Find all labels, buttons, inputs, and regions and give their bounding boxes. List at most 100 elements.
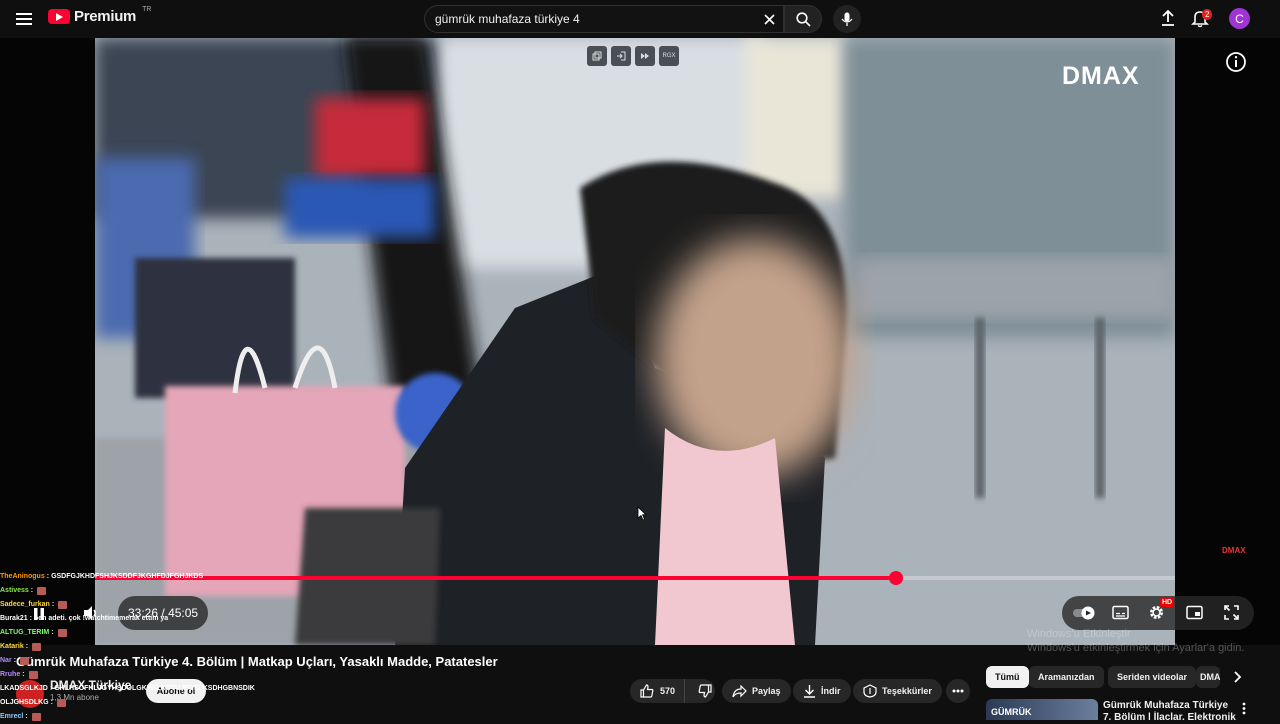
skip-overlay-icon[interactable] (635, 46, 655, 66)
chat-separator: : (30, 587, 34, 595)
top-bar: Premium TR gümrük muhafaza türkiye 4 2 C (0, 0, 1280, 38)
small-channel-watermark: DMAX (1222, 546, 1246, 555)
chevron-right-icon[interactable] (1230, 668, 1246, 686)
theater-mode-icon[interactable] (1186, 605, 1203, 620)
chat-message: Sadece_furkan: (0, 598, 310, 612)
chat-username[interactable]: OLJGHSDLKG (0, 696, 49, 710)
mouse-cursor-icon (637, 506, 647, 521)
chat-message: Katarik: (0, 640, 310, 654)
search-query[interactable]: gümrük muhafaza türkiye 4 (435, 12, 755, 26)
search-input[interactable]: gümrük muhafaza türkiye 4 (424, 5, 784, 33)
thumbs-down-icon (698, 684, 712, 698)
copy-overlay-icon[interactable] (587, 46, 607, 66)
extension-overlay-toolbar: RGX (587, 46, 679, 66)
dislike-button[interactable] (690, 679, 720, 703)
chat-message: TheAninogus: GSDFGJKHDFSHJKSDDFJKGHFDJFGH… (0, 570, 310, 584)
chat-message: Astivess: (0, 584, 310, 598)
chat-username[interactable]: Astivess (0, 584, 29, 598)
emote-icon (32, 643, 42, 651)
chat-username[interactable]: ALTUG_TERIM (0, 626, 49, 640)
chat-separator: : (25, 643, 29, 651)
hamburger-menu-icon[interactable] (12, 7, 36, 31)
chip-from-search[interactable]: Aramanızdan (1029, 666, 1104, 688)
chat-message: OLJGHSDLKG: (0, 696, 310, 710)
thumbnail-text: GÜMRÜK (991, 707, 1032, 717)
chat-separator: : (25, 713, 28, 721)
like-dislike-group: 570 (630, 679, 715, 703)
download-button[interactable]: İndir (793, 679, 851, 703)
download-icon (804, 685, 815, 698)
more-horizontal-icon (952, 689, 964, 693)
youtube-premium-logo[interactable]: Premium TR (48, 6, 152, 25)
share-icon (732, 684, 747, 697)
emote-icon (20, 657, 30, 665)
chat-message: ALTUG_TERIM: (0, 626, 310, 640)
fullscreen-icon[interactable] (1224, 605, 1239, 620)
notification-count-badge: 2 (1202, 9, 1213, 20)
chip-series-videos[interactable]: Seriden videolar (1108, 666, 1197, 688)
live-chat-overlay: TheAninogus: GSDFGJKHDFSHJKSDDFJKGHFDJFGH… (0, 570, 310, 721)
rgx-overlay-button[interactable]: RGX (659, 46, 679, 66)
chat-separator: : (22, 671, 25, 679)
chat-separator: : (49, 685, 53, 693)
chat-username[interactable]: Rruhe (0, 668, 20, 682)
chip-all[interactable]: Tümü (986, 666, 1029, 688)
share-button[interactable]: Paylaş (722, 679, 791, 703)
video-scene-image (95, 38, 1175, 645)
chat-username[interactable]: Sadece_furkan (0, 598, 50, 612)
watermark-line-1: Windows'u Etkinleştir (1027, 628, 1131, 640)
enter-overlay-icon[interactable] (611, 46, 631, 66)
emote-icon (56, 699, 66, 707)
emote-icon (37, 587, 47, 595)
like-count: 570 (660, 686, 676, 696)
chat-separator: : (51, 629, 54, 637)
video-player[interactable]: RGX DMAX DMAX 33:26 / 45:05 HD (0, 38, 1280, 645)
share-label: Paylaş (752, 686, 781, 696)
thanks-button[interactable]: Teşekkürler (853, 679, 942, 703)
chat-username[interactable]: Burak21 (0, 612, 28, 626)
chat-message: Burak21: ben adeti. çok !watchtimemerak e… (0, 612, 310, 626)
chat-separator: : (51, 601, 55, 609)
voice-search-button[interactable] (833, 5, 861, 33)
subtitles-icon[interactable] (1112, 605, 1129, 620)
more-actions-button[interactable] (946, 679, 970, 703)
chat-username[interactable]: Nar (0, 654, 12, 668)
clear-search-icon[interactable] (755, 5, 783, 33)
thanks-label: Teşekkürler (882, 686, 932, 696)
emote-icon (28, 671, 38, 679)
recommended-video-thumbnail[interactable]: GÜMRÜK (986, 699, 1098, 720)
watermark-line-2: Windows'u etkinleştirmek için Ayarlar'a … (1027, 642, 1245, 654)
chat-separator: : (50, 699, 53, 707)
thumbs-up-icon (640, 684, 654, 698)
search-icon (795, 11, 811, 27)
chip-dmax[interactable]: DMAX (1196, 666, 1220, 688)
chat-text: GSDFGJKHDFSHJKSDDFJKGHFDJFGHJKDS (51, 573, 204, 581)
player-right-controls (1062, 596, 1254, 630)
channel-watermark: DMAX (1062, 62, 1140, 90)
recommended-video-title[interactable]: Gümrük Muhafaza Türkiye 7. Bölüm | İlaçl… (1103, 700, 1238, 720)
chat-text: ben adeti. çok !watchtimemerak ettim ya (33, 615, 169, 623)
chat-username[interactable]: Emrecl (0, 710, 23, 724)
chat-username[interactable]: Katarik (0, 640, 24, 654)
upload-icon[interactable] (1158, 8, 1178, 28)
logo-region: TR (142, 6, 152, 13)
account-avatar[interactable]: C (1229, 8, 1250, 29)
video-frame[interactable] (95, 38, 1175, 645)
chat-separator: : (29, 615, 32, 623)
like-button[interactable]: 570 (630, 679, 686, 703)
chat-message: Nar: (0, 654, 310, 668)
play-logo-icon (48, 9, 70, 24)
autoplay-toggle-icon[interactable] (1072, 606, 1098, 620)
chat-message: LKADSGLKJD: GKLHSOFKLJGYHSDOLGKHSLKDTUJFG… (0, 682, 310, 696)
emote-icon (58, 601, 68, 609)
emote-icon (57, 629, 67, 637)
microphone-icon (841, 12, 853, 26)
search-button[interactable] (784, 5, 822, 33)
chat-username[interactable]: LKADSGLKJD (0, 682, 48, 696)
more-vertical-icon[interactable] (1242, 702, 1246, 715)
info-icon[interactable] (1224, 50, 1248, 74)
chat-message: Rruhe: (0, 668, 310, 682)
scrubber-handle[interactable] (889, 571, 904, 585)
chat-username[interactable]: TheAninogus (0, 570, 45, 584)
chat-separator: : (13, 657, 17, 665)
